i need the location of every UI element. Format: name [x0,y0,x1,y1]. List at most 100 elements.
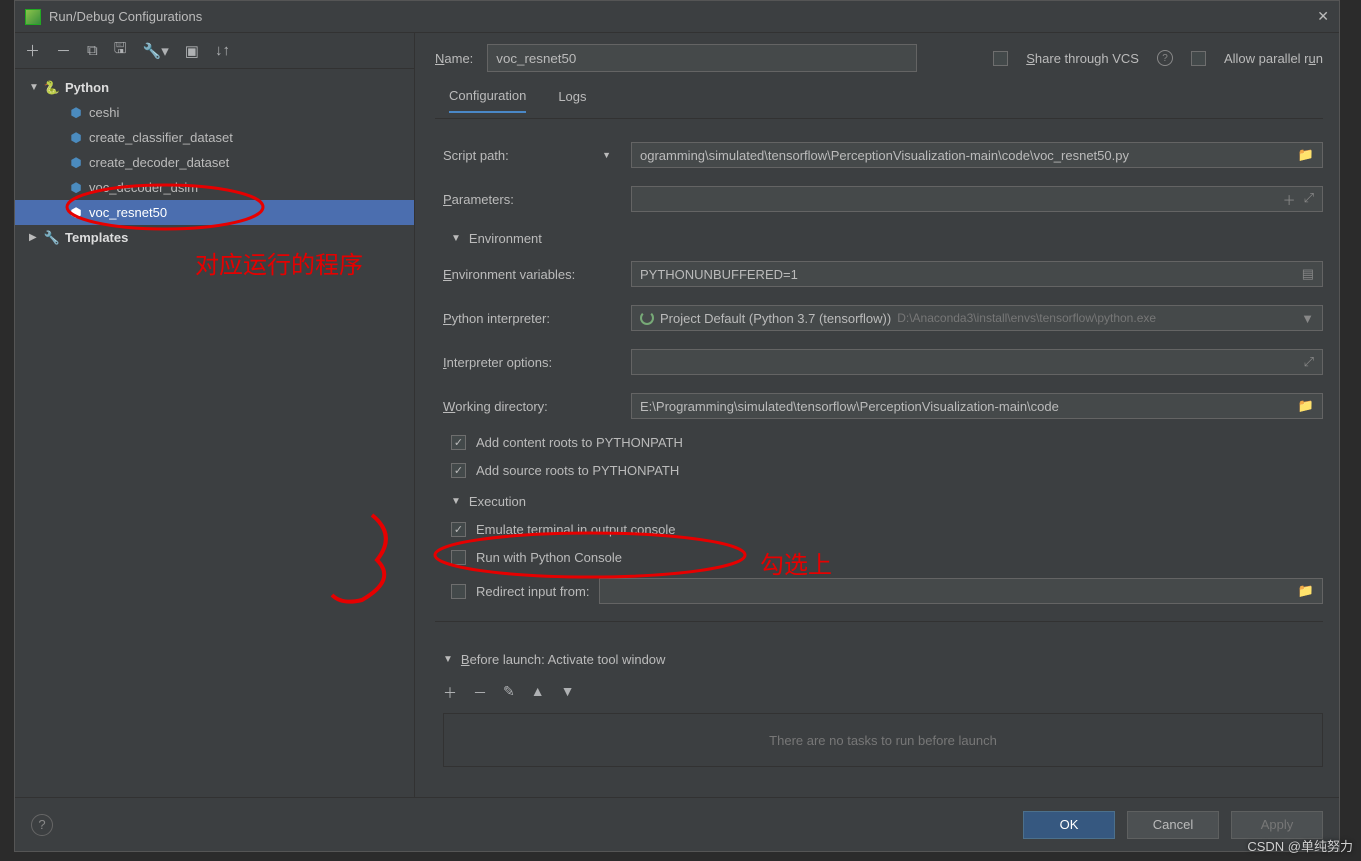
dialog-title: Run/Debug Configurations [49,9,1317,24]
help-icon[interactable]: ? [1157,50,1173,66]
add-icon[interactable]: ＋ [443,683,457,703]
watermark: CSDN @单纯努力 [1247,836,1353,855]
copy-icon[interactable]: ⧉ [87,42,98,59]
remove-icon[interactable]: － [56,40,71,61]
left-panel: ＋ － ⧉ 🖫 🔧▾ ▣ ↓↑ ▼ 🐍 Python ⬢ceshi ⬢creat… [15,33,415,797]
close-icon[interactable]: ✕ [1317,8,1329,25]
parameters-input[interactable]: ＋⤢ [631,186,1323,212]
chevron-down-icon: ▼ [451,496,461,507]
run-debug-dialog: Run/Debug Configurations ✕ ＋ － ⧉ 🖫 🔧▾ ▣ … [14,0,1340,852]
content-roots-checkbox[interactable] [451,435,466,450]
tree-item-resnet50[interactable]: ⬢voc_resnet50 [15,200,414,225]
emulate-terminal-label: Emulate terminal in output console [476,522,675,537]
python-icon: ⬢ [69,156,83,170]
folder-icon[interactable]: ▣ [185,42,199,60]
name-input[interactable] [487,44,917,72]
chevron-down-icon: ▼ [451,233,461,244]
python-icon: ⬢ [69,181,83,195]
source-roots-label: Add source roots to PYTHONPATH [476,463,679,478]
save-icon[interactable]: 🖫 [114,38,127,63]
titlebar: Run/Debug Configurations ✕ [15,1,1339,33]
help-button[interactable]: ? [31,814,53,836]
config-tree: ▼ 🐍 Python ⬢ceshi ⬢create_classifier_dat… [15,69,414,797]
tree-item-ceshi[interactable]: ⬢ceshi [15,100,414,125]
tree-item-classifier[interactable]: ⬢create_classifier_dataset [15,125,414,150]
name-label: Name: [435,51,473,66]
tree-item-dsim[interactable]: ⬢voc_decoder_dsim [15,175,414,200]
redirect-input[interactable]: 📁 [599,578,1323,604]
script-path-input[interactable]: ogramming\simulated\tensorflow\Perceptio… [631,142,1323,168]
form-area: Script path:▼ ogramming\simulated\tensor… [435,119,1323,622]
redirect-label: Redirect input from: [476,584,589,599]
environment-section[interactable]: ▼Environment [443,221,1323,252]
tree-item-decoder[interactable]: ⬢create_decoder_dataset [15,150,414,175]
parameters-label: Parameters: [443,192,631,207]
tab-logs[interactable]: Logs [558,89,586,112]
python-icon: 🐍 [45,81,59,95]
tree-group-label: Templates [65,230,128,245]
expand-icon[interactable]: ⤢ [1304,190,1314,209]
python-icon: ⬢ [69,131,83,145]
parallel-label: Allow parallel run [1224,51,1323,66]
redirect-checkbox[interactable] [451,584,466,599]
workdir-label: Working directory: [443,399,631,414]
wrench-dropdown-icon[interactable]: 🔧▾ [143,42,169,60]
plus-icon[interactable]: ＋ [1283,190,1296,209]
env-vars-label: Environment variables: [443,267,631,282]
dialog-footer: ? OK Cancel Apply [15,797,1339,851]
sort-icon[interactable]: ↓↑ [215,42,230,59]
chevron-down-icon: ▼ [443,654,453,665]
env-vars-input[interactable]: PYTHONUNBUFFERED=1▤ [631,261,1323,287]
before-launch-tasks: There are no tasks to run before launch [443,713,1323,767]
pycharm-icon [25,9,41,25]
interp-options-label: Interpreter options: [443,355,631,370]
right-panel: Name: Share through VCS ? Allow parallel… [415,33,1339,797]
workdir-input[interactable]: E:\Programming\simulated\tensorflow\Perc… [631,393,1323,419]
python-console-checkbox[interactable] [451,550,466,565]
remove-icon[interactable]: － [473,683,487,703]
chevron-right-icon: ▶ [29,232,41,243]
cancel-button[interactable]: Cancel [1127,811,1219,839]
folder-icon[interactable]: 📁 [1298,583,1314,599]
folder-icon[interactable]: 📁 [1298,398,1314,414]
top-right-options: Share through VCS ? Allow parallel run [993,50,1323,66]
ok-button[interactable]: OK [1023,811,1115,839]
up-icon[interactable]: ▲ [531,683,545,703]
chevron-down-icon[interactable]: ▼ [1301,311,1314,326]
tree-python-group[interactable]: ▼ 🐍 Python [15,75,414,100]
before-launch-header[interactable]: ▼Before launch: Activate tool window [443,642,1323,673]
tree-templates-group[interactable]: ▶ 🔧 Templates [15,225,414,250]
interpreter-dropdown[interactable]: Project Default (Python 3.7 (tensorflow)… [631,305,1323,331]
edit-icon[interactable]: ✎ [503,683,515,703]
python-console-label: Run with Python Console [476,550,622,565]
share-vcs-checkbox[interactable] [993,51,1008,66]
config-toolbar: ＋ － ⧉ 🖫 🔧▾ ▣ ↓↑ [15,33,414,69]
top-row: Name: Share through VCS ? Allow parallel… [435,33,1323,83]
source-roots-checkbox[interactable] [451,463,466,478]
interpreter-label: Python interpreter: [443,311,631,326]
tab-configuration[interactable]: Configuration [449,88,526,113]
add-icon[interactable]: ＋ [25,40,40,61]
execution-section[interactable]: ▼Execution [443,484,1323,515]
share-vcs-label: Share through VCS [1026,51,1139,66]
chevron-down-icon: ▼ [29,82,41,93]
dialog-body: ＋ － ⧉ 🖫 🔧▾ ▣ ↓↑ ▼ 🐍 Python ⬢ceshi ⬢creat… [15,33,1339,797]
content-roots-label: Add content roots to PYTHONPATH [476,435,683,450]
expand-icon[interactable]: ⤢ [1304,354,1314,370]
python-icon: ⬢ [69,106,83,120]
tabs: Configuration Logs [435,83,1323,119]
down-icon[interactable]: ▼ [561,683,575,703]
before-launch-section: ▼Before launch: Activate tool window ＋ －… [435,642,1323,777]
parallel-checkbox[interactable] [1191,51,1206,66]
chevron-down-icon[interactable]: ▼ [602,150,611,160]
emulate-terminal-checkbox[interactable] [451,522,466,537]
python-icon: ⬢ [69,206,83,220]
folder-icon[interactable]: 📁 [1298,147,1314,163]
before-launch-toolbar: ＋ － ✎ ▲ ▼ [443,673,1323,713]
wrench-icon: 🔧 [45,231,59,245]
apply-button[interactable]: Apply [1231,811,1323,839]
tree-group-label: Python [65,80,109,95]
list-icon[interactable]: ▤ [1302,266,1314,282]
interp-options-input[interactable]: ⤢ [631,349,1323,375]
script-path-label[interactable]: Script path:▼ [443,148,631,163]
